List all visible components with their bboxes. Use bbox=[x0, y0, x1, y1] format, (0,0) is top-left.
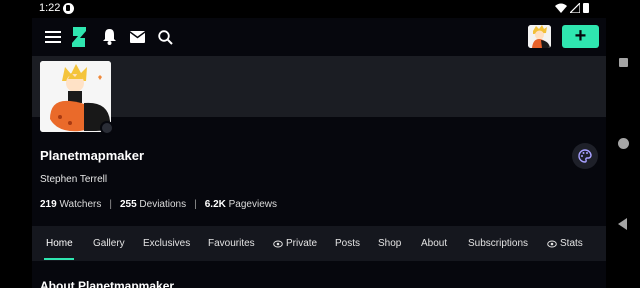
bell-icon[interactable] bbox=[98, 26, 120, 48]
stat-watchers[interactable]: 219 Watchers bbox=[40, 199, 101, 210]
profile-real-name: Stephen Terrell bbox=[40, 174, 108, 185]
tab-exclusives[interactable]: Exclusives bbox=[143, 226, 190, 261]
stat-separator: | bbox=[194, 199, 197, 210]
tab-home[interactable]: Home bbox=[46, 226, 73, 261]
menu-icon[interactable] bbox=[42, 26, 64, 48]
tab-posts[interactable]: Posts bbox=[335, 226, 360, 261]
profile-stats: 219 Watchers | 255 Deviations | 6.2K Pag… bbox=[40, 199, 277, 210]
status-indicators bbox=[555, 3, 589, 13]
app-screen: 1:22 + Planetmapmaker Stephen Terrell 21… bbox=[32, 0, 606, 288]
search-icon[interactable] bbox=[154, 26, 176, 48]
mail-icon[interactable] bbox=[126, 26, 148, 48]
about-section-heading: About Planetmapmaker bbox=[40, 279, 175, 288]
palette-icon bbox=[578, 149, 592, 163]
profile-avatar[interactable] bbox=[40, 61, 111, 132]
back-button-icon[interactable] bbox=[618, 218, 627, 230]
tab-about[interactable]: About bbox=[421, 226, 447, 261]
eye-off-icon bbox=[547, 240, 557, 247]
profile-banner bbox=[32, 56, 606, 117]
status-bar: 1:22 bbox=[32, 0, 606, 18]
tab-subscriptions[interactable]: Subscriptions bbox=[468, 226, 528, 261]
profile-tabs: Home Gallery Exclusives Favourites Priva… bbox=[32, 226, 606, 261]
battery-icon bbox=[583, 3, 589, 13]
tab-private[interactable]: Private bbox=[273, 226, 317, 261]
theme-palette-button[interactable] bbox=[572, 143, 598, 169]
home-button-icon[interactable] bbox=[618, 138, 629, 149]
submit-button[interactable]: + bbox=[562, 25, 599, 48]
left-screen-edge bbox=[0, 0, 32, 288]
active-tab-indicator bbox=[44, 258, 74, 260]
wifi-icon bbox=[555, 3, 567, 13]
android-nav-bar bbox=[606, 0, 640, 288]
tab-favourites[interactable]: Favourites bbox=[208, 226, 255, 261]
status-time: 1:22 bbox=[39, 2, 61, 14]
avatar-badge-icon bbox=[100, 121, 114, 135]
signal-icon bbox=[570, 3, 580, 13]
tab-stats[interactable]: Stats bbox=[547, 226, 583, 261]
tab-shop[interactable]: Shop bbox=[378, 226, 401, 261]
deviantart-logo-icon[interactable] bbox=[68, 26, 90, 48]
profile-username[interactable]: Planetmapmaker bbox=[40, 148, 144, 163]
stat-pageviews: 6.2K Pageviews bbox=[204, 199, 277, 210]
eye-off-icon bbox=[273, 240, 283, 247]
stat-separator: | bbox=[109, 199, 112, 210]
user-avatar[interactable] bbox=[528, 25, 551, 48]
notification-icon bbox=[63, 3, 74, 14]
tab-gallery[interactable]: Gallery bbox=[93, 226, 125, 261]
stat-deviations[interactable]: 255 Deviations bbox=[120, 199, 186, 210]
top-header: + bbox=[32, 18, 606, 56]
recents-button-icon[interactable] bbox=[619, 58, 628, 67]
